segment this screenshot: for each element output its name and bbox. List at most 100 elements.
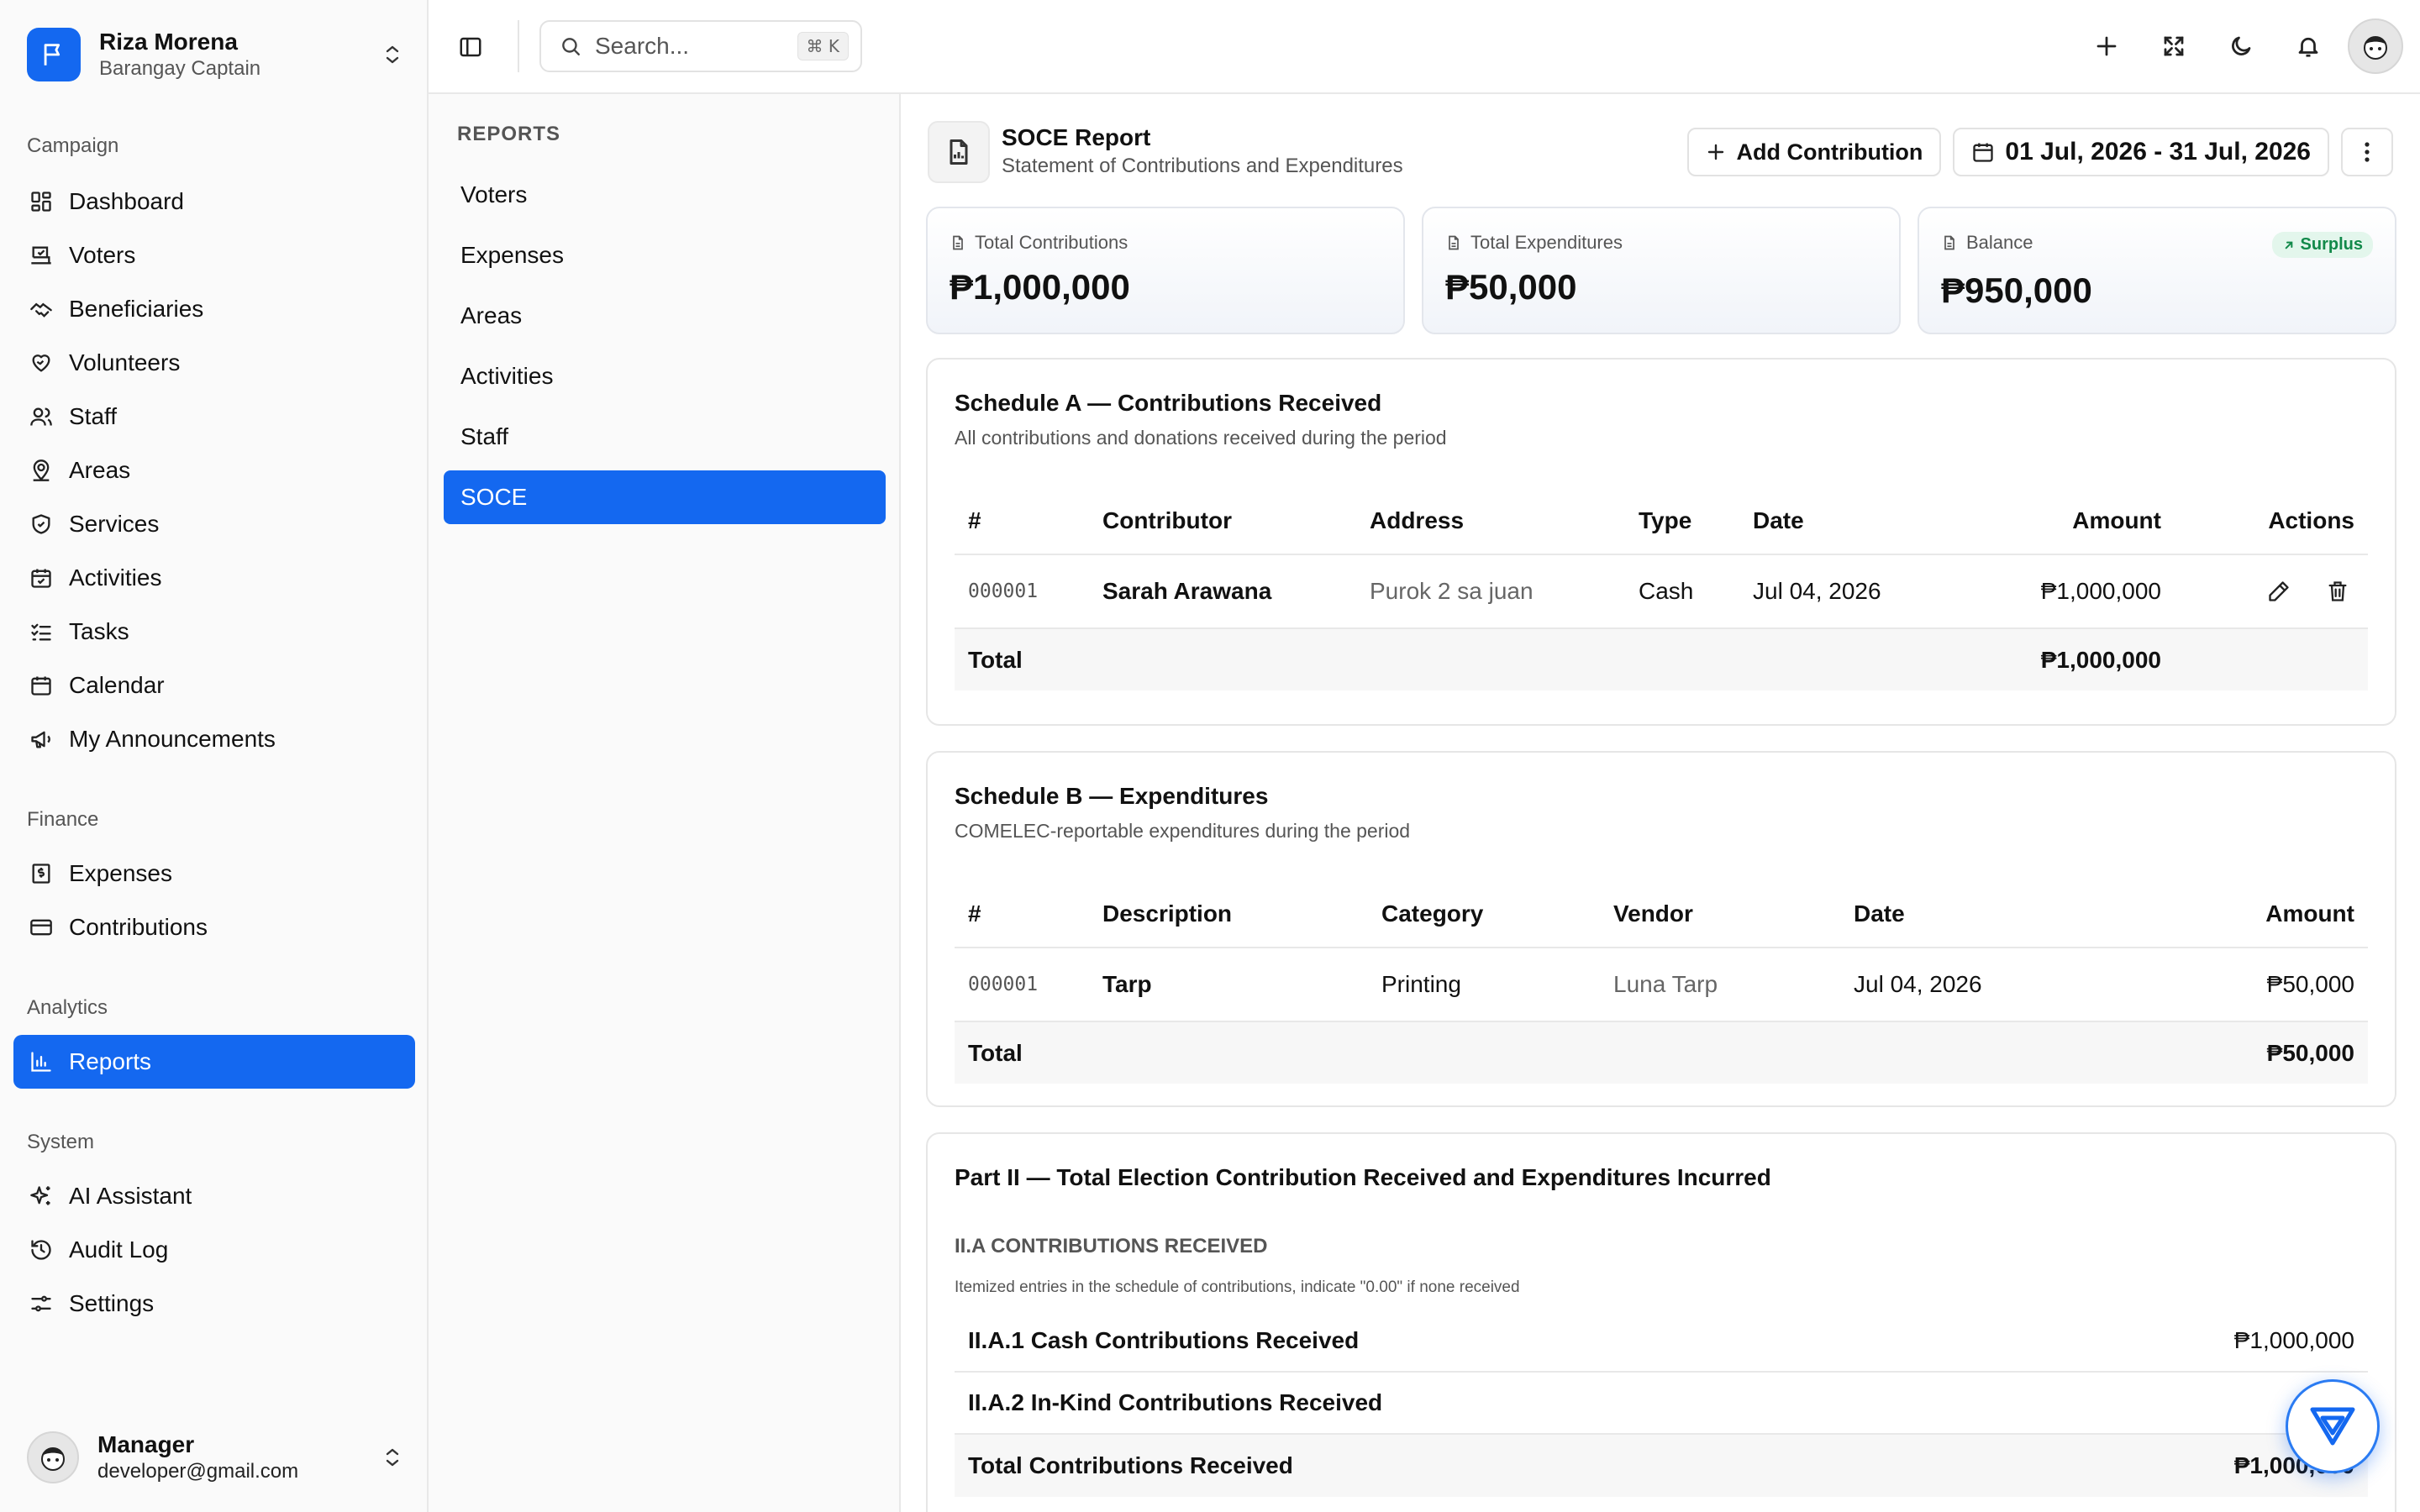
sidebar-item-label: Reports bbox=[69, 1048, 152, 1074]
wallet-icon bbox=[29, 915, 54, 940]
part-ii-row: II.A.1 Cash Contributions Received ₱1,00… bbox=[955, 1310, 2368, 1373]
sidebar-item-label: Staff bbox=[69, 403, 118, 429]
user-name: Riza Morena bbox=[99, 29, 238, 55]
search-input[interactable]: Search... ⌘ K bbox=[539, 20, 862, 72]
report-item-soce[interactable]: SOCE bbox=[444, 470, 886, 524]
part-ii-row-label: Total Contributions Received bbox=[968, 1452, 1293, 1478]
workspace-switcher[interactable]: Riza Morena Barangay Captain bbox=[27, 25, 405, 84]
expenditures-table: # Description Category Vendor Date Amoun… bbox=[955, 880, 2368, 1084]
top-bar: Search... ⌘ K bbox=[429, 0, 2420, 94]
sidebar-item-label: Tasks bbox=[69, 618, 129, 644]
sidebar-item-settings[interactable]: Settings bbox=[13, 1277, 415, 1331]
part-ii-note: Itemized entries in the schedule of cont… bbox=[955, 1278, 1520, 1296]
sidebar-item-expenses[interactable]: Expenses bbox=[13, 847, 415, 900]
contribution-date: Jul 04, 2026 bbox=[1739, 554, 1941, 629]
report-item-expenses[interactable]: Expenses bbox=[444, 228, 886, 282]
sidebar-item-label: Activities bbox=[69, 564, 162, 591]
sidebar-item-activities[interactable]: Activities bbox=[13, 551, 415, 605]
sidebar-item-label: Dashboard bbox=[69, 188, 184, 214]
sidebar-item-audit-log[interactable]: Audit Log bbox=[13, 1223, 415, 1277]
expense-category: Printing bbox=[1368, 948, 1600, 1022]
expand-icon bbox=[2161, 34, 2186, 59]
part-ii-card: Part II — Total Election Contribution Re… bbox=[926, 1132, 2396, 1512]
page-header: SOCE Report Statement of Contributions a… bbox=[928, 121, 2393, 185]
assistant-logo-icon bbox=[2309, 1404, 2356, 1448]
part-ii-row-label: II.A.2 In-Kind Contributions Received bbox=[968, 1389, 1383, 1415]
nav-group-analytics: Analytics bbox=[27, 996, 108, 1019]
expense-vendor: Luna Tarp bbox=[1600, 948, 1840, 1022]
sidebar: Riza Morena Barangay Captain Campaign Da… bbox=[0, 0, 429, 1512]
report-item-activities[interactable]: Activities bbox=[444, 349, 886, 403]
assistant-fab-button[interactable] bbox=[2286, 1379, 2380, 1473]
file-icon bbox=[950, 234, 966, 252]
sidebar-item-calendar[interactable]: Calendar bbox=[13, 659, 415, 712]
report-item-voters[interactable]: Voters bbox=[444, 168, 886, 222]
stat-value: ₱50,000 bbox=[1445, 267, 1577, 307]
sidebar-item-reports[interactable]: Reports bbox=[13, 1035, 415, 1089]
divider bbox=[518, 20, 519, 72]
expense-date: Jul 04, 2026 bbox=[1840, 948, 2092, 1022]
receipt-icon bbox=[29, 861, 54, 886]
sidebar-item-voters[interactable]: Voters bbox=[13, 228, 415, 282]
part-ii-row-value: ₱1,000,000 bbox=[2233, 1327, 2354, 1353]
sidebar-item-ai-assistant[interactable]: AI Assistant bbox=[13, 1169, 415, 1223]
file-icon bbox=[1445, 234, 1462, 252]
sidebar-item-beneficiaries[interactable]: Beneficiaries bbox=[13, 282, 415, 336]
account-email: developer@gmail.com bbox=[97, 1460, 299, 1483]
search-shortcut: ⌘ K bbox=[797, 32, 849, 60]
report-item-staff[interactable]: Staff bbox=[444, 410, 886, 464]
more-vertical-icon bbox=[2363, 140, 2371, 164]
flag-logo-icon bbox=[27, 28, 81, 81]
sidebar-item-tasks[interactable]: Tasks bbox=[13, 605, 415, 659]
sidebar-item-volunteers[interactable]: Volunteers bbox=[13, 336, 415, 390]
delete-button[interactable] bbox=[2321, 575, 2354, 608]
add-button[interactable] bbox=[2079, 18, 2134, 74]
settings-sliders-icon bbox=[29, 1291, 54, 1316]
sidebar-item-my-announcements[interactable]: My Announcements bbox=[13, 712, 415, 766]
dashboard-icon bbox=[29, 189, 54, 214]
sidebar-item-contributions[interactable]: Contributions bbox=[13, 900, 415, 954]
user-avatar-button[interactable] bbox=[2348, 18, 2403, 74]
sidebar-item-label: Contributions bbox=[69, 914, 208, 940]
report-item-areas[interactable]: Areas bbox=[444, 289, 886, 343]
part-ii-title: Part II — Total Election Contribution Re… bbox=[955, 1164, 1771, 1190]
column-header: Date bbox=[1739, 487, 1941, 555]
date-range-picker[interactable]: 01 Jul, 2026 - 31 Jul, 2026 bbox=[1953, 128, 2329, 176]
column-header: Actions bbox=[2175, 487, 2368, 555]
page-subtitle: Statement of Contributions and Expenditu… bbox=[1002, 155, 1403, 177]
file-icon bbox=[1941, 234, 1958, 252]
sidebar-item-areas[interactable]: Areas bbox=[13, 444, 415, 497]
expense-amount: ₱50,000 bbox=[2092, 948, 2368, 1022]
map-pin-icon bbox=[29, 458, 54, 483]
expense-description: Tarp bbox=[1089, 948, 1368, 1022]
edit-button[interactable] bbox=[2262, 575, 2296, 608]
calendar-icon bbox=[1971, 140, 1995, 164]
main-content: SOCE Report Statement of Contributions a… bbox=[901, 94, 2420, 1512]
part-ii-section-heading: II.A CONTRIBUTIONS RECEIVED bbox=[955, 1235, 1268, 1257]
stat-cards: Total Contributions ₱1,000,000 Total Exp… bbox=[926, 207, 2396, 334]
column-header: Amount bbox=[2092, 880, 2368, 948]
nav-list-finance: Expenses Contributions bbox=[13, 847, 415, 954]
add-contribution-button[interactable]: Add Contribution bbox=[1687, 128, 1942, 176]
fullscreen-button[interactable] bbox=[2146, 18, 2202, 74]
notifications-button[interactable] bbox=[2281, 18, 2336, 74]
calendar-check-icon bbox=[29, 565, 54, 591]
sidebar-item-label: My Announcements bbox=[69, 726, 276, 752]
more-options-button[interactable] bbox=[2341, 128, 2393, 176]
theme-toggle-button[interactable] bbox=[2213, 18, 2269, 74]
sidebar-item-label: AI Assistant bbox=[69, 1183, 192, 1209]
sidebar-item-staff[interactable]: Staff bbox=[13, 390, 415, 444]
stat-card-total-expenditures: Total Expenditures ₱50,000 bbox=[1422, 207, 1901, 334]
schedule-b-subtitle: COMELEC-reportable expenditures during t… bbox=[955, 820, 1411, 842]
part-ii-total-row: Total Contributions Received ₱1,000,000 bbox=[955, 1435, 2368, 1497]
sidebar-item-dashboard[interactable]: Dashboard bbox=[13, 175, 415, 228]
bar-chart-icon bbox=[29, 1049, 54, 1074]
page-title: SOCE Report bbox=[1002, 124, 1151, 150]
sidebar-toggle-button[interactable] bbox=[454, 30, 487, 64]
account-switcher[interactable]: Manager developer@gmail.com bbox=[27, 1428, 405, 1487]
schedule-a-subtitle: All contributions and donations received… bbox=[955, 427, 1447, 449]
sidebar-item-services[interactable]: Services bbox=[13, 497, 415, 551]
heart-handshake-icon bbox=[29, 350, 54, 375]
ballot-icon bbox=[29, 243, 54, 268]
sidebar-item-label: Audit Log bbox=[69, 1236, 169, 1263]
